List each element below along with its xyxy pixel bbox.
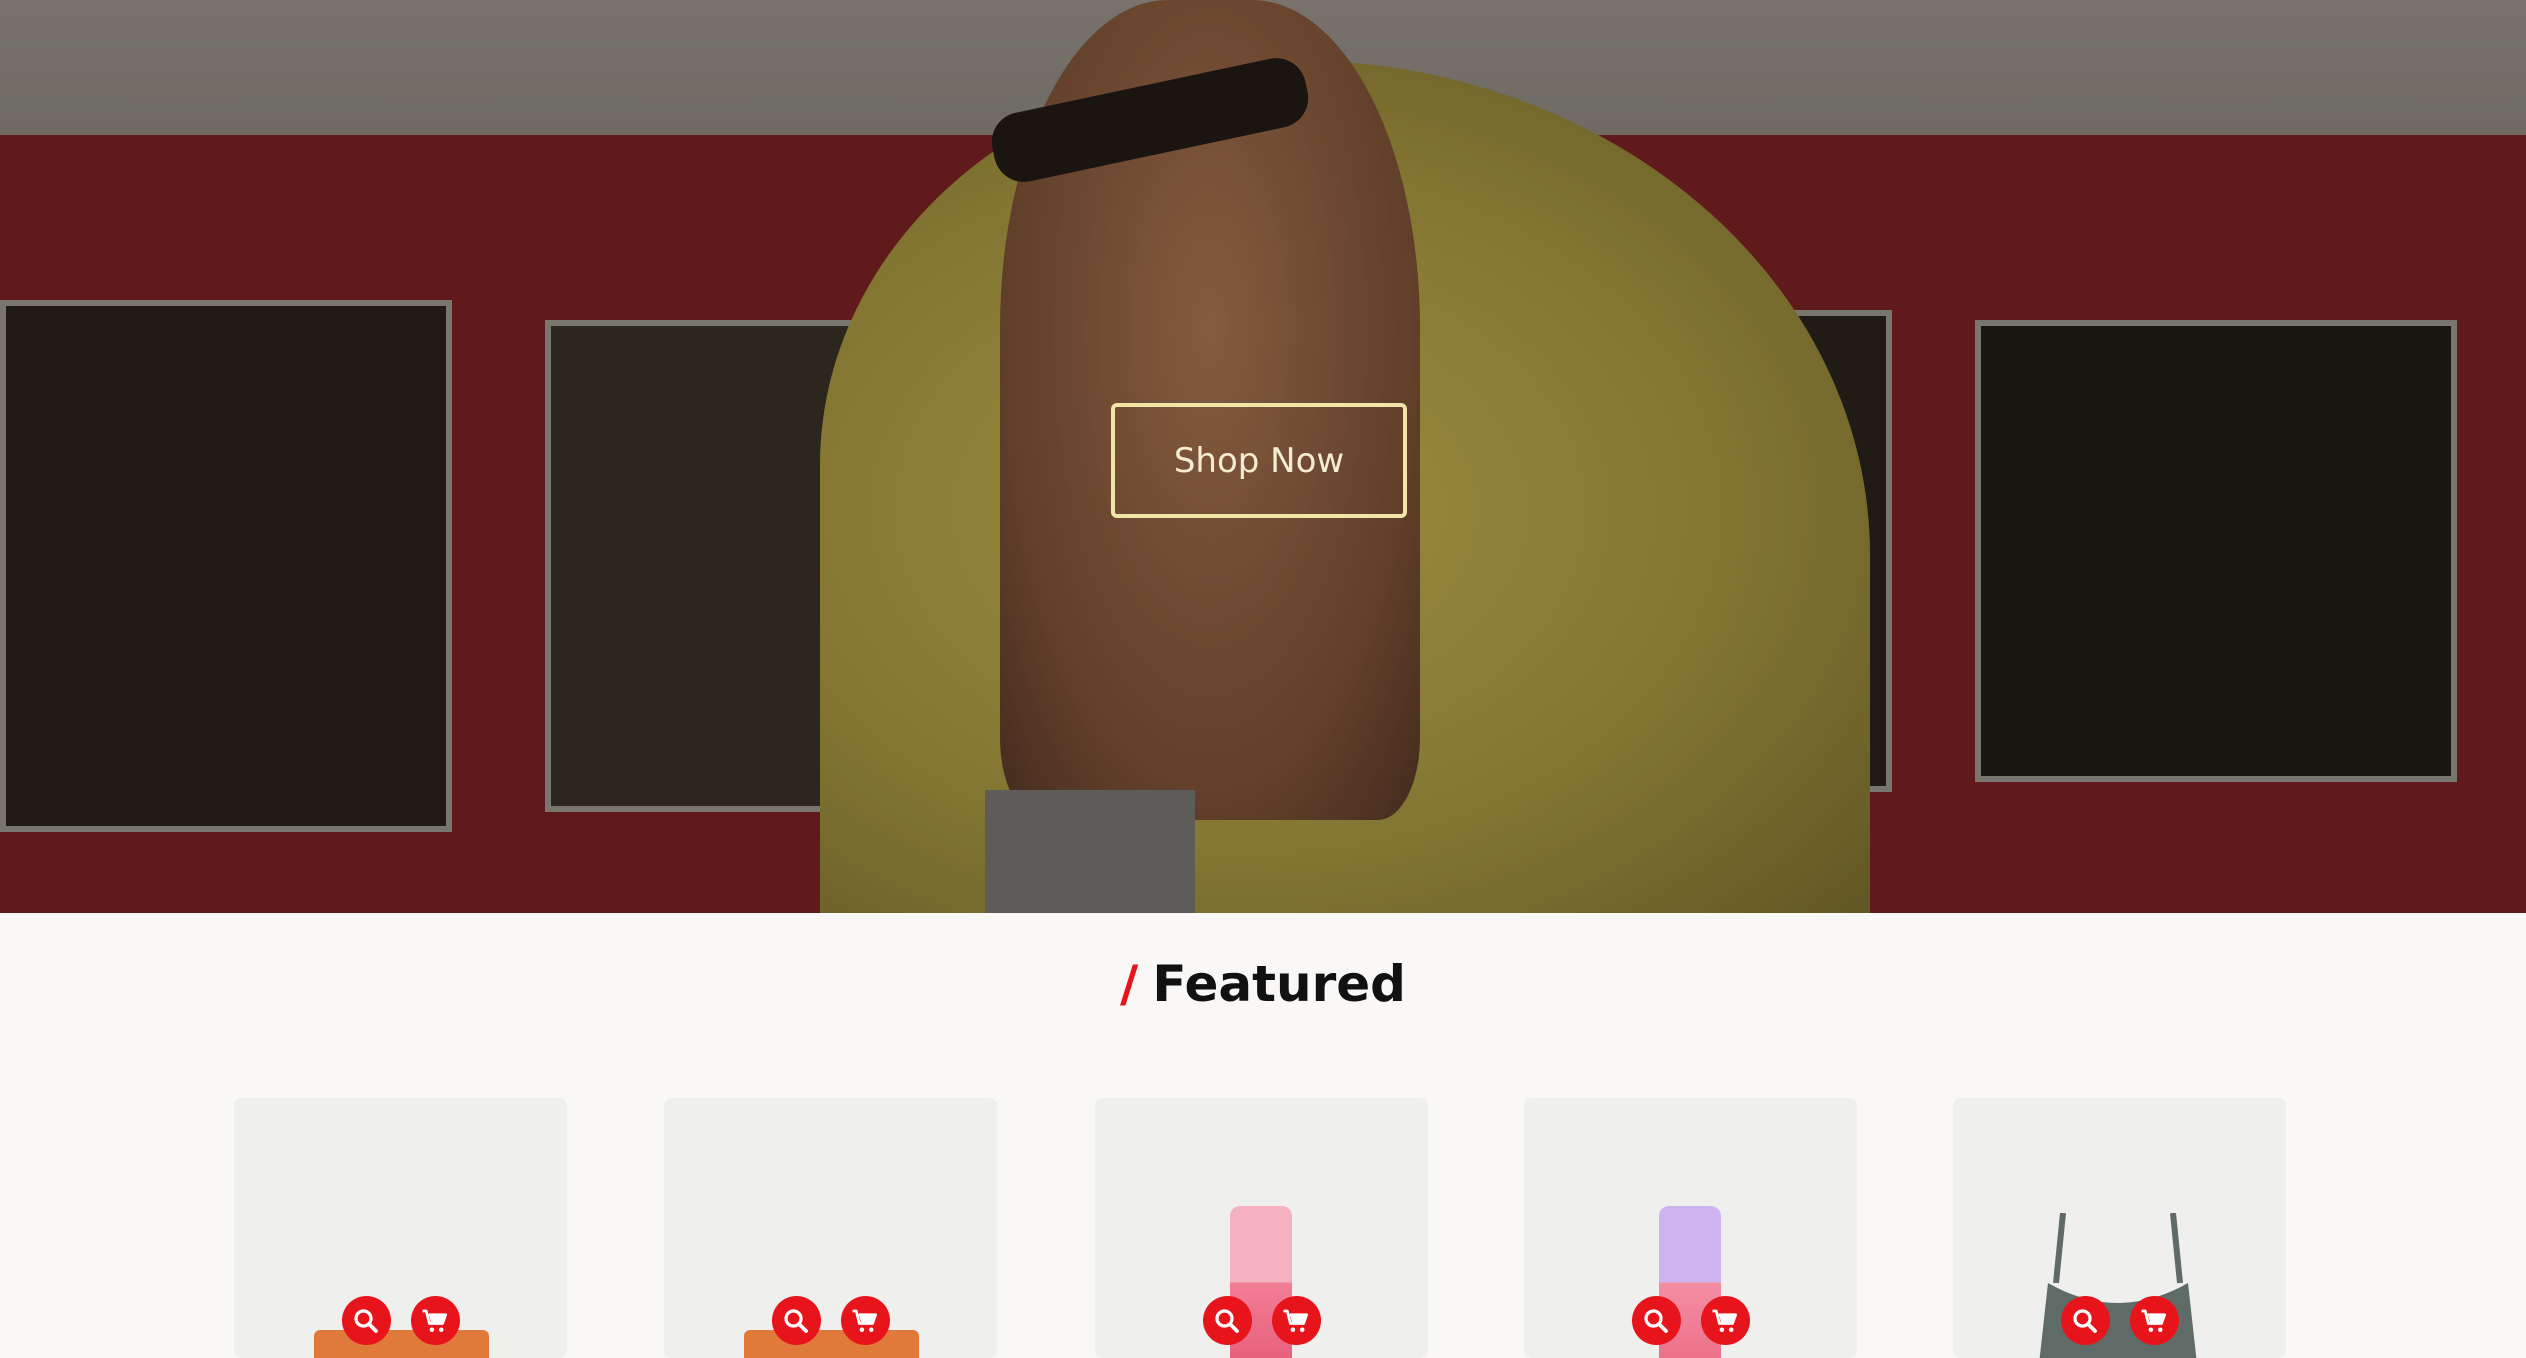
add-to-cart-button[interactable] [1271, 1296, 1321, 1345]
featured-title: Featured [1152, 955, 1406, 1013]
product-card[interactable] [1524, 1098, 1857, 1358]
search-icon [784, 1308, 808, 1333]
product-actions [664, 1296, 997, 1345]
cart-icon [1712, 1309, 1737, 1332]
cart-icon [852, 1309, 877, 1332]
cart-icon [2141, 1309, 2166, 1332]
search-icon [1215, 1308, 1239, 1333]
cart-icon [1283, 1309, 1308, 1332]
shop-now-button[interactable]: Shop Now [1111, 403, 1407, 518]
quick-view-button[interactable] [2060, 1296, 2110, 1345]
quick-view-button[interactable] [1631, 1296, 1681, 1345]
add-to-cart-button[interactable] [410, 1296, 460, 1345]
add-to-cart-button[interactable] [840, 1296, 890, 1345]
cart-icon [422, 1309, 447, 1332]
quick-view-button[interactable] [1202, 1296, 1252, 1345]
quick-view-button[interactable] [341, 1296, 391, 1345]
product-actions [234, 1296, 567, 1345]
add-to-cart-button[interactable] [2129, 1296, 2179, 1345]
product-actions [1095, 1296, 1428, 1345]
hero-banner: Shop Now [0, 0, 2526, 913]
product-card[interactable] [1953, 1098, 2286, 1358]
search-icon [1644, 1308, 1668, 1333]
product-card[interactable] [234, 1098, 567, 1358]
product-actions [1953, 1296, 2286, 1345]
heading-slash: / [1120, 955, 1139, 1013]
quick-view-button[interactable] [771, 1296, 821, 1345]
search-icon [354, 1308, 378, 1333]
add-to-cart-button[interactable] [1700, 1296, 1750, 1345]
product-card[interactable] [1095, 1098, 1428, 1358]
search-icon [2073, 1308, 2097, 1333]
product-card[interactable] [664, 1098, 997, 1358]
featured-heading: / Featured [0, 955, 2526, 1013]
product-actions [1524, 1296, 1857, 1345]
